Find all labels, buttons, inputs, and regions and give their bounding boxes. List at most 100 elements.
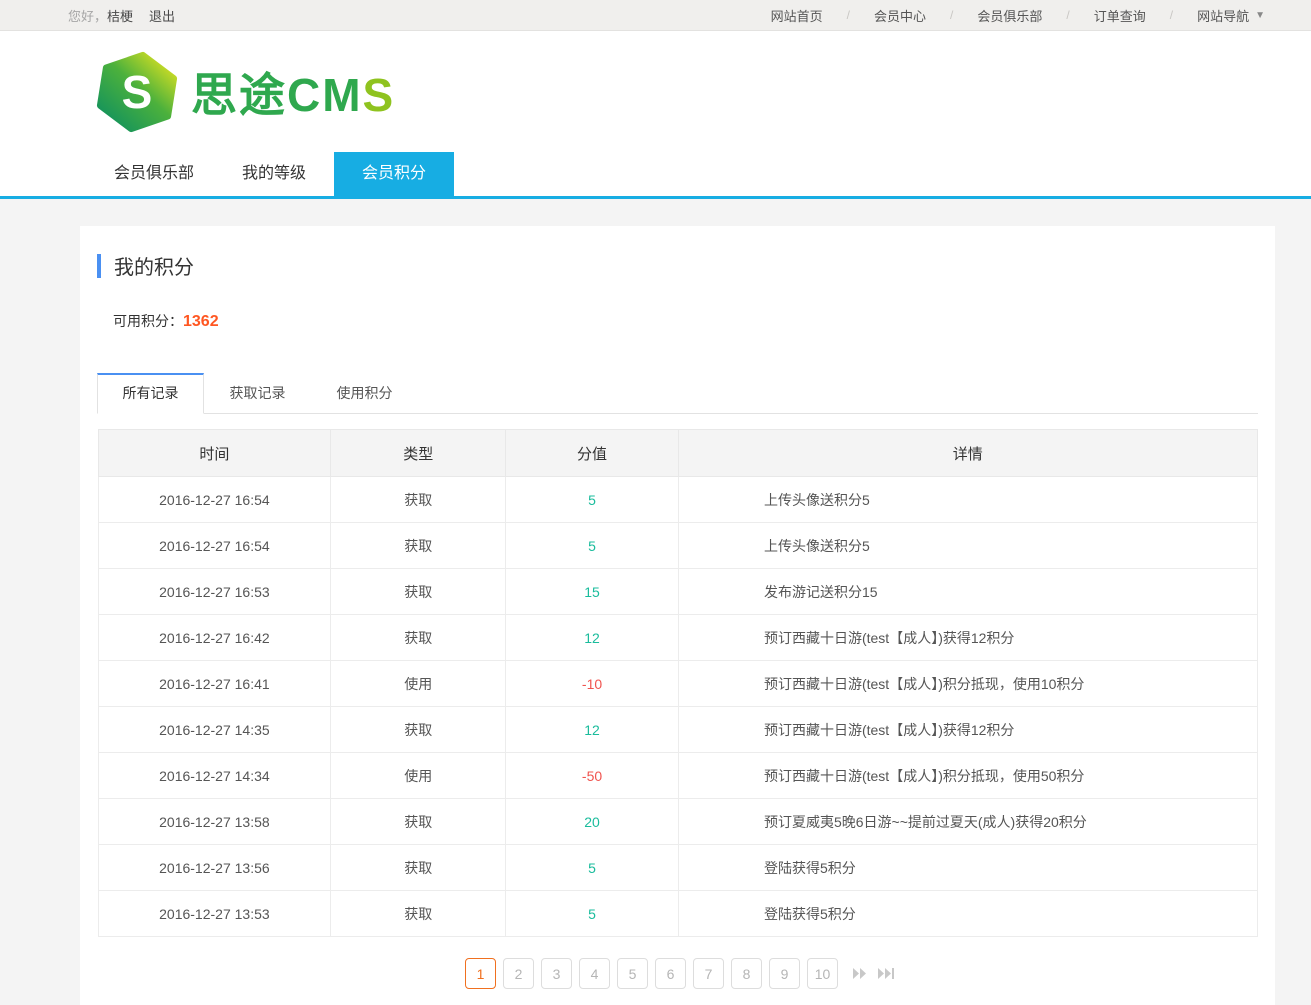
table-row: 2016-12-27 16:41 使用 -10 预订西藏十日游(test【成人】… [98, 661, 1257, 707]
cell-type: 获取 [331, 477, 506, 523]
cell-value: 5 [506, 523, 679, 569]
cell-time: 2016-12-27 16:41 [98, 661, 331, 707]
separator: / [1066, 8, 1069, 22]
page-button-6[interactable]: 6 [655, 958, 686, 989]
nav-tab-my-level[interactable]: 我的等级 [214, 152, 334, 196]
cell-detail: 预订西藏十日游(test【成人】)积分抵现，使用10积分 [678, 661, 1257, 707]
cell-value: 15 [506, 569, 679, 615]
table-row: 2016-12-27 16:53 获取 15 发布游记送积分15 [98, 569, 1257, 615]
topbar-link-home[interactable]: 网站首页 [771, 6, 823, 25]
site-logo[interactable]: S 思途CMS [95, 51, 395, 133]
table-row: 2016-12-27 16:54 获取 5 上传头像送积分5 [98, 523, 1257, 569]
cell-detail: 预订西藏十日游(test【成人】)积分抵现，使用50积分 [678, 753, 1257, 799]
cell-type: 获取 [331, 569, 506, 615]
cell-detail: 登陆获得5积分 [678, 891, 1257, 937]
page-button-5[interactable]: 5 [617, 958, 648, 989]
logout-link[interactable]: 退出 [149, 6, 175, 25]
col-header-detail: 详情 [678, 430, 1257, 477]
cell-time: 2016-12-27 16:53 [98, 569, 331, 615]
points-table: 时间 类型 分值 详情 2016-12-27 16:54 获取 5 上传头像送积… [98, 429, 1258, 937]
cell-detail: 上传头像送积分5 [678, 523, 1257, 569]
page-button-4[interactable]: 4 [579, 958, 610, 989]
cell-value: 5 [506, 845, 679, 891]
cell-detail: 预订夏威夷5晚6日游~~提前过夏天(成人)获得20积分 [678, 799, 1257, 845]
separator: / [1170, 8, 1173, 22]
cell-type: 获取 [331, 707, 506, 753]
title-accent-bar [97, 254, 101, 278]
cell-value: 12 [506, 707, 679, 753]
col-header-value: 分值 [506, 430, 679, 477]
site-header: S 思途CMS 会员俱乐部 我的等级 会员积分 [0, 31, 1311, 199]
content-card: 我的积分 可用积分：1362 所有记录 获取记录 使用积分 时间 类型 分值 详… [80, 226, 1275, 1005]
last-page-icon[interactable] [877, 968, 894, 979]
cell-time: 2016-12-27 16:54 [98, 477, 331, 523]
col-header-type: 类型 [331, 430, 506, 477]
cell-time: 2016-12-27 16:42 [98, 615, 331, 661]
page-button-8[interactable]: 8 [731, 958, 762, 989]
page-button-9[interactable]: 9 [769, 958, 800, 989]
cell-time: 2016-12-27 13:58 [98, 799, 331, 845]
cell-value: -10 [506, 661, 679, 707]
cell-type: 使用 [331, 753, 506, 799]
topbar-link-order-query[interactable]: 订单查询 [1094, 6, 1146, 25]
username-link[interactable]: 桔梗 [107, 6, 133, 25]
table-row: 2016-12-27 16:54 获取 5 上传头像送积分5 [98, 477, 1257, 523]
available-points: 可用积分：1362 [113, 311, 1258, 331]
cell-time: 2016-12-27 14:34 [98, 753, 331, 799]
table-row: 2016-12-27 14:34 使用 -50 预订西藏十日游(test【成人】… [98, 753, 1257, 799]
cell-detail: 发布游记送积分15 [678, 569, 1257, 615]
cell-type: 获取 [331, 523, 506, 569]
page-button-10[interactable]: 10 [807, 958, 838, 989]
cell-time: 2016-12-27 16:54 [98, 523, 331, 569]
cell-type: 使用 [331, 661, 506, 707]
cell-value: 20 [506, 799, 679, 845]
cell-type: 获取 [331, 615, 506, 661]
tab-all-records[interactable]: 所有记录 [97, 373, 204, 414]
cell-value: 5 [506, 891, 679, 937]
logo-monogram: S [122, 66, 153, 118]
cell-time: 2016-12-27 14:35 [98, 707, 331, 753]
cell-time: 2016-12-27 13:56 [98, 845, 331, 891]
logo-hexagon-icon: S [95, 51, 179, 133]
main-nav: 会员俱乐部 我的等级 会员积分 [94, 152, 454, 196]
available-points-value: 1362 [183, 313, 219, 330]
topbar-greeting: 您好， 桔梗 退出 [68, 6, 175, 25]
cell-type: 获取 [331, 799, 506, 845]
page-title-row: 我的积分 [97, 226, 1258, 280]
table-header-row: 时间 类型 分值 详情 [98, 430, 1257, 477]
topbar-link-member-center[interactable]: 会员中心 [874, 6, 926, 25]
logo-text-main: 思途CM [191, 69, 363, 121]
available-points-label: 可用积分： [113, 313, 183, 329]
logo-text-accent: S [363, 69, 396, 121]
page-button-3[interactable]: 3 [541, 958, 572, 989]
tab-gain-records[interactable]: 获取记录 [204, 373, 311, 413]
page-button-2[interactable]: 2 [503, 958, 534, 989]
cell-detail: 预订西藏十日游(test【成人】)获得12积分 [678, 707, 1257, 753]
tab-use-points[interactable]: 使用积分 [311, 373, 418, 413]
page-button-7[interactable]: 7 [693, 958, 724, 989]
nav-tab-member-points[interactable]: 会员积分 [334, 152, 454, 196]
page-button-1[interactable]: 1 [465, 958, 496, 989]
table-row: 2016-12-27 13:56 获取 5 登陆获得5积分 [98, 845, 1257, 891]
table-row: 2016-12-27 13:53 获取 5 登陆获得5积分 [98, 891, 1257, 937]
cell-value: -50 [506, 753, 679, 799]
pagination: 1 2 3 4 5 6 7 8 9 10 [97, 958, 1258, 989]
nav-tab-member-club[interactable]: 会员俱乐部 [94, 152, 214, 196]
cell-type: 获取 [331, 845, 506, 891]
separator: / [950, 8, 953, 22]
greeting-text: 您好， [68, 6, 107, 25]
cell-time: 2016-12-27 13:53 [98, 891, 331, 937]
record-tab-strip: 所有记录 获取记录 使用积分 [97, 373, 1258, 414]
cell-detail: 上传头像送积分5 [678, 477, 1257, 523]
cell-value: 5 [506, 477, 679, 523]
next-pages-icon[interactable] [852, 968, 867, 979]
chevron-down-icon: ▼ [1255, 10, 1265, 21]
table-row: 2016-12-27 13:58 获取 20 预订夏威夷5晚6日游~~提前过夏天… [98, 799, 1257, 845]
col-header-time: 时间 [98, 430, 331, 477]
topbar-link-member-club[interactable]: 会员俱乐部 [977, 6, 1042, 25]
logo-text: 思途CMS [191, 59, 395, 125]
separator: / [847, 8, 850, 22]
topbar-link-site-nav[interactable]: 网站导航 [1197, 6, 1249, 25]
cell-value: 12 [506, 615, 679, 661]
cell-detail: 登陆获得5积分 [678, 845, 1257, 891]
